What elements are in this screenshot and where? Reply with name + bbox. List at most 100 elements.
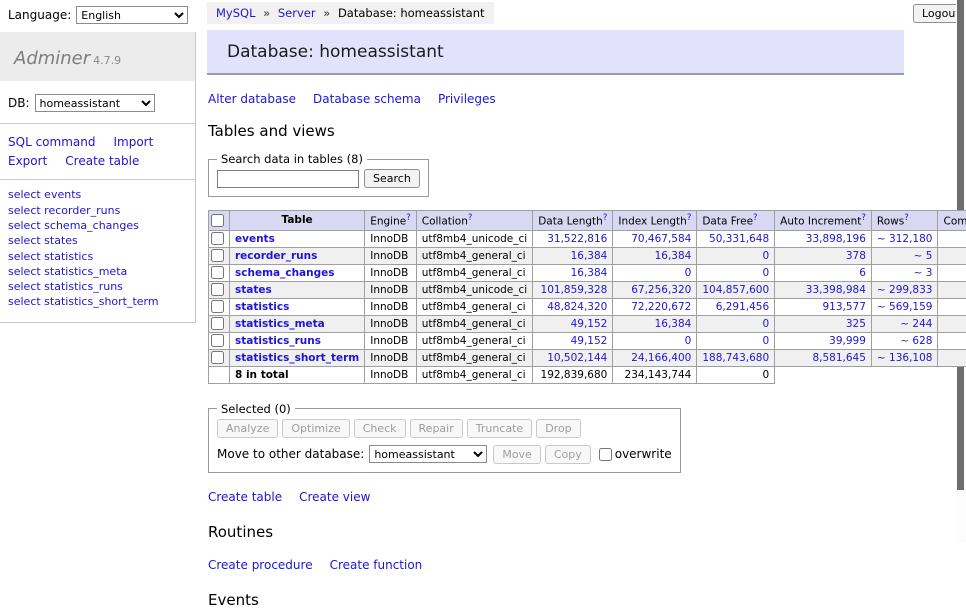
index-length-link[interactable]: 16,384 (655, 318, 692, 330)
sidebar-table-link[interactable]: select schema_changes (8, 219, 139, 232)
sidebar-action-export[interactable]: Export (8, 154, 47, 168)
data-free-link[interactable]: 0 (762, 267, 769, 279)
index-length-link[interactable]: 0 (685, 267, 692, 279)
table-name-link[interactable]: states (235, 284, 272, 296)
help-link[interactable]: ? (406, 213, 411, 223)
row-checkbox[interactable] (211, 266, 224, 279)
link-create-table[interactable]: Create table (208, 490, 282, 504)
table-name-link[interactable]: recorder_runs (235, 250, 317, 262)
sidebar-table-link[interactable]: select recorder_runs (8, 204, 120, 217)
auto-increment-link[interactable]: 6 (859, 267, 866, 279)
data-free-link[interactable]: 0 (762, 335, 769, 347)
link-database-schema[interactable]: Database schema (313, 92, 421, 106)
rows-link[interactable]: ~ 569,159 (877, 301, 933, 313)
table-name-link[interactable]: schema_changes (235, 267, 335, 279)
row-checkbox[interactable] (211, 317, 224, 330)
overwrite-checkbox[interactable] (599, 448, 612, 461)
rows-link[interactable]: ~ 3 (914, 267, 933, 279)
rows-link[interactable]: ~ 244 (900, 318, 932, 330)
table-name-link[interactable]: statistics_runs (235, 335, 321, 347)
data-length-link[interactable]: 49,152 (571, 318, 608, 330)
rows-link[interactable]: ~ 312,180 (877, 233, 933, 245)
auto-increment-link[interactable]: 33,398,984 (806, 284, 866, 296)
db-select[interactable]: homeassistant (35, 94, 155, 112)
sidebar-action-import[interactable]: Import (113, 135, 153, 149)
help-link[interactable]: ? (603, 213, 608, 223)
search-input[interactable] (217, 170, 359, 188)
rows-link[interactable]: ~ 299,833 (877, 284, 933, 296)
link-create-view[interactable]: Create view (299, 490, 370, 504)
link-create-procedure[interactable]: Create procedure (208, 558, 313, 572)
drop-button[interactable]: Drop (536, 419, 580, 438)
index-length-link[interactable]: 16,384 (655, 250, 692, 262)
data-length-link[interactable]: 16,384 (571, 267, 608, 279)
index-length-link[interactable]: 24,166,400 (631, 352, 691, 364)
row-checkbox[interactable] (211, 351, 224, 364)
analyze-button[interactable]: Analyze (217, 419, 278, 438)
data-length-link[interactable]: 16,384 (571, 250, 608, 262)
data-free-link[interactable]: 50,331,648 (709, 233, 769, 245)
sidebar-table-link[interactable]: select statistics (8, 250, 93, 263)
table-name-link[interactable]: statistics_short_term (235, 352, 359, 364)
row-checkbox[interactable] (211, 334, 224, 347)
auto-increment-link[interactable]: 33,898,196 (806, 233, 866, 245)
link-alter-database[interactable]: Alter database (208, 92, 296, 106)
table-name-link[interactable]: events (235, 233, 275, 245)
link-privileges[interactable]: Privileges (438, 92, 496, 106)
table-name-link[interactable]: statistics (235, 301, 289, 313)
data-free-link[interactable]: 104,857,600 (702, 284, 769, 296)
sidebar-table-link[interactable]: select statistics_short_term (8, 295, 159, 308)
sidebar-table-link[interactable]: select statistics_meta (8, 265, 127, 278)
sidebar-action-sql-command[interactable]: SQL command (8, 135, 95, 149)
data-free-link[interactable]: 0 (762, 250, 769, 262)
row-checkbox[interactable] (211, 232, 224, 245)
help-link[interactable]: ? (753, 213, 758, 223)
select-all-checkbox[interactable] (211, 214, 224, 227)
data-length-link[interactable]: 48,824,320 (547, 301, 607, 313)
data-free-link[interactable]: 6,291,456 (716, 301, 769, 313)
copy-button[interactable]: Copy (545, 445, 591, 464)
row-checkbox[interactable] (211, 249, 224, 262)
auto-increment-link[interactable]: 39,999 (829, 335, 866, 347)
move-button[interactable]: Move (493, 445, 541, 464)
breadcrumb-link[interactable]: Server (278, 6, 316, 20)
data-length-link[interactable]: 10,502,144 (547, 352, 607, 364)
sidebar-table-link[interactable]: select states (8, 234, 78, 247)
data-length-link[interactable]: 101,859,328 (541, 284, 608, 296)
link-create-function[interactable]: Create function (330, 558, 423, 572)
sidebar-table-link[interactable]: select events (8, 188, 81, 201)
index-length-link[interactable]: 0 (685, 335, 692, 347)
help-link[interactable]: ? (861, 213, 866, 223)
auto-increment-link[interactable]: 8,581,645 (812, 352, 865, 364)
help-link[interactable]: ? (468, 213, 473, 223)
move-db-select[interactable]: homeassistant (369, 445, 487, 463)
index-length-link[interactable]: 72,220,672 (631, 301, 691, 313)
truncate-button[interactable]: Truncate (467, 419, 532, 438)
index-length-link[interactable]: 67,256,320 (631, 284, 691, 296)
row-checkbox[interactable] (211, 283, 224, 296)
rows-link[interactable]: ~ 628 (900, 335, 932, 347)
rows-link[interactable]: ~ 5 (914, 250, 933, 262)
search-button[interactable]: Search (364, 169, 420, 188)
sidebar-table-link[interactable]: select statistics_runs (8, 280, 123, 293)
language-select[interactable]: English (76, 6, 188, 24)
help-link[interactable]: ? (904, 213, 909, 223)
data-length-link[interactable]: 31,522,816 (547, 233, 607, 245)
check-button[interactable]: Check (354, 419, 406, 438)
auto-increment-link[interactable]: 325 (846, 318, 866, 330)
data-free-link[interactable]: 188,743,680 (702, 352, 769, 364)
sidebar-action-create-table[interactable]: Create table (65, 154, 139, 168)
data-length-link[interactable]: 49,152 (571, 335, 608, 347)
rows-link[interactable]: ~ 136,108 (877, 352, 933, 364)
auto-increment-link[interactable]: 913,577 (823, 301, 866, 313)
auto-increment-link[interactable]: 378 (846, 250, 866, 262)
help-link[interactable]: ? (687, 213, 692, 223)
data-free-link[interactable]: 0 (762, 318, 769, 330)
optimize-button[interactable]: Optimize (282, 419, 349, 438)
breadcrumb-link[interactable]: MySQL (216, 6, 256, 20)
repair-button[interactable]: Repair (410, 419, 463, 438)
table-name-link[interactable]: statistics_meta (235, 318, 325, 330)
row-checkbox[interactable] (211, 300, 224, 313)
index-length-link[interactable]: 70,467,584 (631, 233, 691, 245)
collation-cell: utf8mb4_general_ci (416, 315, 532, 332)
